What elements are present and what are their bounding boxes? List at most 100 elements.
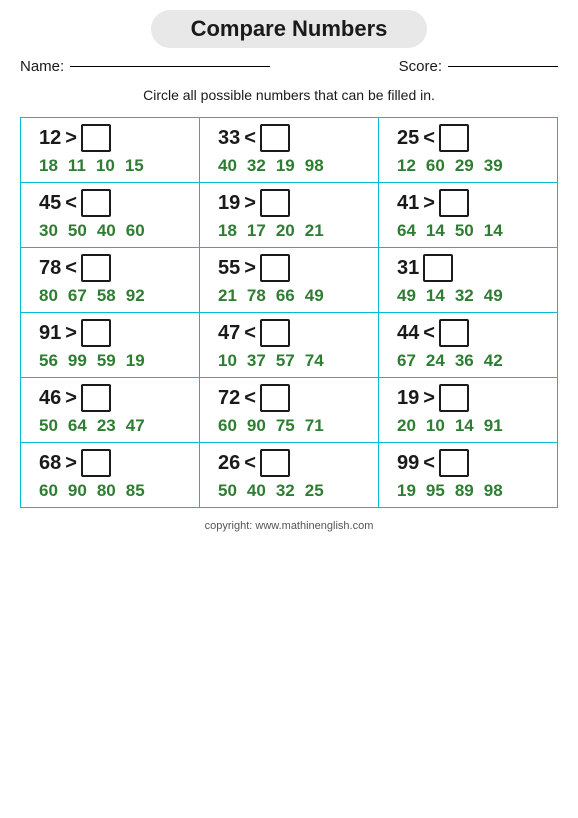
choice-5-1-1[interactable]: 40	[247, 481, 266, 501]
choice-5-0-0[interactable]: 60	[39, 481, 58, 501]
choice-2-2-0[interactable]: 49	[397, 286, 416, 306]
choice-2-2-1[interactable]: 14	[426, 286, 445, 306]
choice-0-0-1[interactable]: 11	[68, 156, 86, 176]
answer-box-2-0[interactable]	[81, 254, 111, 282]
choice-4-1-2[interactable]: 75	[276, 416, 295, 436]
choice-4-0-3[interactable]: 47	[126, 416, 145, 436]
choice-5-1-2[interactable]: 32	[276, 481, 295, 501]
choice-2-1-3[interactable]: 49	[305, 286, 324, 306]
cell-4-0: 46>50642347	[21, 378, 200, 443]
choice-3-0-2[interactable]: 59	[97, 351, 116, 371]
choice-1-0-3[interactable]: 60	[126, 221, 145, 241]
choice-4-2-2[interactable]: 14	[455, 416, 474, 436]
answer-box-3-2[interactable]	[439, 319, 469, 347]
choice-4-0-1[interactable]: 64	[68, 416, 87, 436]
choice-4-1-0[interactable]: 60	[218, 416, 237, 436]
choice-2-1-1[interactable]: 78	[247, 286, 266, 306]
choice-1-0-2[interactable]: 40	[97, 221, 116, 241]
choice-3-2-1[interactable]: 24	[426, 351, 445, 371]
answer-box-5-1[interactable]	[260, 449, 290, 477]
choice-3-1-3[interactable]: 74	[305, 351, 324, 371]
choice-5-0-1[interactable]: 90	[68, 481, 87, 501]
choice-5-1-0[interactable]: 50	[218, 481, 237, 501]
choice-0-1-1[interactable]: 32	[247, 156, 266, 176]
choices-1-0: 30 50 40 60	[29, 221, 145, 241]
choice-1-1-3[interactable]: 21	[305, 221, 324, 241]
choice-2-0-3[interactable]: 92	[126, 286, 145, 306]
choice-0-0-2[interactable]: 10	[96, 156, 115, 176]
score-line[interactable]	[448, 66, 558, 67]
choice-4-0-0[interactable]: 50	[39, 416, 58, 436]
name-line[interactable]	[70, 66, 270, 67]
answer-box-2-1[interactable]	[260, 254, 290, 282]
choice-5-2-3[interactable]: 98	[484, 481, 503, 501]
choice-1-0-1[interactable]: 50	[68, 221, 87, 241]
problem-2-0: 78<	[29, 254, 111, 282]
answer-box-0-2[interactable]	[439, 124, 469, 152]
choice-5-0-2[interactable]: 80	[97, 481, 116, 501]
choice-3-0-3[interactable]: 19	[126, 351, 145, 371]
choice-0-2-0[interactable]: 12	[397, 156, 416, 176]
problem-5-2: 99<	[387, 449, 469, 477]
choice-0-0-0[interactable]: 18	[39, 156, 58, 176]
choice-0-2-3[interactable]: 39	[484, 156, 503, 176]
choice-0-2-2[interactable]: 29	[455, 156, 474, 176]
choice-4-1-1[interactable]: 90	[247, 416, 266, 436]
choice-4-0-2[interactable]: 23	[97, 416, 116, 436]
answer-box-4-2[interactable]	[439, 384, 469, 412]
choice-2-2-3[interactable]: 49	[484, 286, 503, 306]
answer-box-5-2[interactable]	[439, 449, 469, 477]
choice-0-1-2[interactable]: 19	[276, 156, 295, 176]
choice-4-2-1[interactable]: 10	[426, 416, 445, 436]
answer-box-0-0[interactable]	[81, 124, 111, 152]
choice-0-1-3[interactable]: 98	[305, 156, 324, 176]
choice-1-0-0[interactable]: 30	[39, 221, 58, 241]
choice-4-2-0[interactable]: 20	[397, 416, 416, 436]
choice-4-2-3[interactable]: 91	[484, 416, 503, 436]
choice-1-2-1[interactable]: 14	[426, 221, 445, 241]
operator-1-1: >	[244, 192, 256, 215]
choice-3-2-3[interactable]: 42	[484, 351, 503, 371]
choice-5-2-2[interactable]: 89	[455, 481, 474, 501]
choice-0-1-0[interactable]: 40	[218, 156, 237, 176]
answer-box-2-2[interactable]	[423, 254, 453, 282]
number-5-2: 99	[397, 452, 419, 475]
answer-box-4-1[interactable]	[260, 384, 290, 412]
choice-2-0-2[interactable]: 58	[97, 286, 116, 306]
choice-1-2-0[interactable]: 64	[397, 221, 416, 241]
choice-0-0-3[interactable]: 15	[125, 156, 144, 176]
cell-3-1: 47<10375774	[200, 313, 379, 378]
choice-1-1-2[interactable]: 20	[276, 221, 295, 241]
choice-5-0-3[interactable]: 85	[126, 481, 145, 501]
choice-3-0-0[interactable]: 56	[39, 351, 58, 371]
answer-box-3-0[interactable]	[81, 319, 111, 347]
choice-3-2-2[interactable]: 36	[455, 351, 474, 371]
answer-box-1-1[interactable]	[260, 189, 290, 217]
choice-2-2-2[interactable]: 32	[455, 286, 474, 306]
choice-1-2-2[interactable]: 50	[455, 221, 474, 241]
choice-1-1-0[interactable]: 18	[218, 221, 237, 241]
choice-5-2-1[interactable]: 95	[426, 481, 445, 501]
choice-2-1-0[interactable]: 21	[218, 286, 237, 306]
answer-box-1-0[interactable]	[81, 189, 111, 217]
answer-box-1-2[interactable]	[439, 189, 469, 217]
choice-3-1-1[interactable]: 37	[247, 351, 266, 371]
choice-3-2-0[interactable]: 67	[397, 351, 416, 371]
operator-1-2: >	[423, 192, 435, 215]
answer-box-3-1[interactable]	[260, 319, 290, 347]
choice-5-2-0[interactable]: 19	[397, 481, 416, 501]
choice-5-1-3[interactable]: 25	[305, 481, 324, 501]
choice-3-0-1[interactable]: 99	[68, 351, 87, 371]
choice-2-0-1[interactable]: 67	[68, 286, 87, 306]
choice-3-1-0[interactable]: 10	[218, 351, 237, 371]
choice-3-1-2[interactable]: 57	[276, 351, 295, 371]
choice-0-2-1[interactable]: 60	[426, 156, 445, 176]
choice-1-1-1[interactable]: 17	[247, 221, 266, 241]
choice-1-2-3[interactable]: 14	[484, 221, 503, 241]
answer-box-4-0[interactable]	[81, 384, 111, 412]
choice-2-1-2[interactable]: 66	[276, 286, 295, 306]
choice-2-0-0[interactable]: 80	[39, 286, 58, 306]
choice-4-1-3[interactable]: 71	[305, 416, 324, 436]
answer-box-5-0[interactable]	[81, 449, 111, 477]
answer-box-0-1[interactable]	[260, 124, 290, 152]
